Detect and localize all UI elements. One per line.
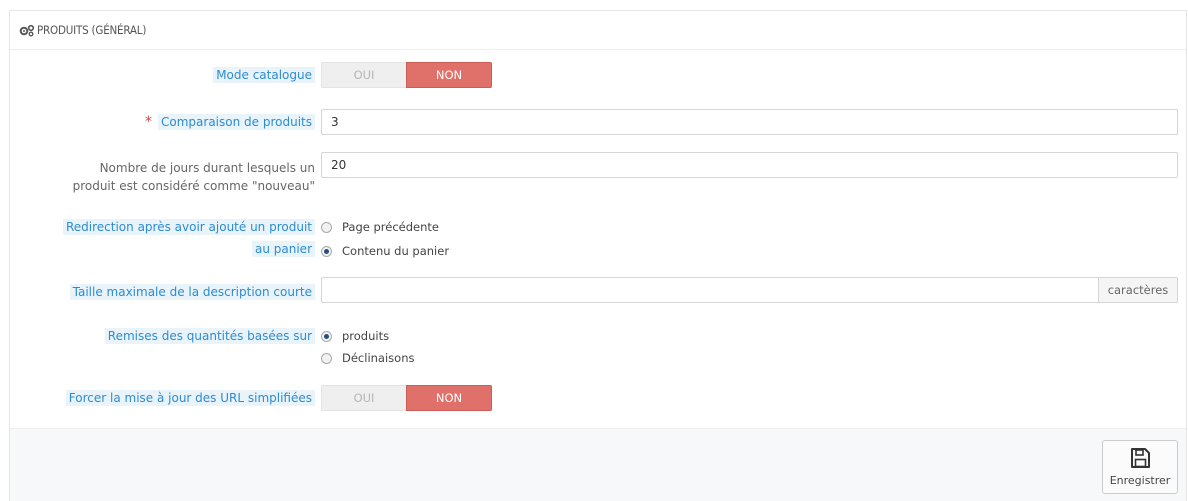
panel-heading: PRODUITS (GÉNÉRAL) (10, 11, 1186, 50)
products-general-panel: PRODUITS (GÉNÉRAL) Mode catalogue OUI NO… (9, 10, 1187, 501)
save-button-label: Enregistrer (1109, 474, 1171, 487)
force-url-label: Forcer la mise à jour des URL simplifiée… (65, 389, 315, 407)
floppy-disk-icon (1131, 448, 1150, 468)
save-button[interactable]: Enregistrer (1102, 440, 1178, 494)
catalog-mode-switch[interactable]: OUI NON (321, 62, 492, 88)
comparison-input[interactable]: 3 (321, 109, 1178, 135)
short-desc-input[interactable] (321, 277, 1099, 303)
qty-discount-label: Remises des quantités basées sur (104, 327, 315, 345)
catalog-mode-yes[interactable]: OUI (321, 62, 406, 88)
required-marker: * (145, 114, 153, 130)
qty-discount-option-products[interactable]: produits (321, 329, 389, 343)
gears-icon (19, 24, 35, 36)
new-days-input[interactable]: 20 (321, 152, 1178, 178)
short-desc-label: Taille maximale de la description courte (69, 283, 315, 301)
new-days-label: Nombre de jours durant lesquels un produ… (72, 161, 315, 193)
force-url-yes[interactable]: OUI (321, 385, 406, 411)
panel-footer: Enregistrer (10, 428, 1186, 501)
radio-button-checked[interactable] (321, 245, 332, 257)
redirect-label: Redirection après avoir ajouté un produi… (62, 218, 315, 258)
catalog-mode-no[interactable]: NON (406, 62, 492, 88)
radio-button[interactable] (321, 221, 332, 233)
radio-button-checked[interactable] (321, 330, 332, 342)
qty-discount-option-combinations[interactable]: Déclinaisons (321, 351, 414, 365)
panel-title: PRODUITS (GÉNÉRAL) (37, 23, 147, 37)
force-url-switch[interactable]: OUI NON (321, 385, 492, 411)
redirect-option-cart[interactable]: Contenu du panier (321, 244, 449, 258)
catalog-mode-label: Mode catalogue (213, 66, 315, 84)
force-url-no[interactable]: NON (406, 385, 492, 411)
characters-addon: caractères (1098, 277, 1178, 303)
redirect-option-previous[interactable]: Page précédente (321, 220, 439, 234)
comparison-label: * Comparaison de produits (145, 113, 315, 131)
radio-button[interactable] (321, 352, 332, 364)
